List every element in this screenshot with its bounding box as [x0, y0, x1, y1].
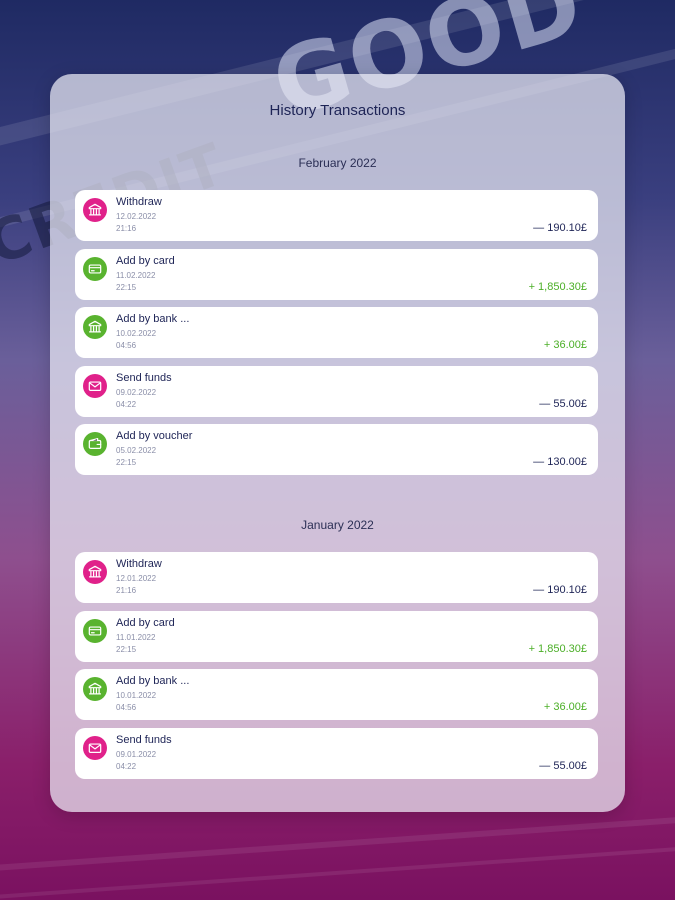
transaction-row[interactable]: Add by card 11.02.2022 22:15 + 1,850.30£ — [75, 248, 598, 300]
transaction-name: Add by bank ... — [116, 675, 190, 687]
transaction-list-february: Withdraw 12.02.2022 21:16 — 190.10£ Add by … — [75, 190, 598, 483]
transaction-date: 10.02.2022 — [116, 329, 157, 338]
transaction-amount: + 36.00£ — [543, 339, 587, 351]
transaction-row[interactable]: Send funds 09.01.2022 04:22 — 55.00£ — [75, 727, 598, 779]
transaction-date: 12.02.2022 — [116, 212, 157, 221]
month-header-february: February 2022 — [298, 156, 377, 170]
month-header-january: January 2022 — [301, 518, 374, 532]
card-icon — [83, 618, 107, 643]
transaction-time: 21:16 — [116, 586, 137, 595]
transaction-amount: — 130.00£ — [533, 456, 587, 468]
bank-icon — [83, 560, 107, 584]
envelope-icon — [83, 373, 107, 398]
card-icon — [83, 256, 107, 281]
transaction-time: 21:16 — [116, 224, 137, 233]
transaction-amount: + 1,850.30£ — [528, 642, 587, 655]
transaction-date: 11.02.2022 — [116, 270, 156, 280]
transaction-name: Withdraw — [116, 558, 162, 570]
transaction-time: 04:22 — [116, 761, 137, 771]
transaction-date: 12.01.2022 — [116, 574, 157, 583]
transaction-time: 04:56 — [116, 341, 137, 350]
transaction-row[interactable]: Withdraw 12.02.2022 21:16 — 190.10£ — [75, 190, 598, 241]
background-stripe — [0, 811, 675, 875]
transaction-name: Add by card — [116, 616, 175, 629]
envelope-icon — [83, 735, 107, 760]
transaction-name: Add by voucher — [116, 430, 193, 442]
transaction-time: 04:22 — [116, 399, 137, 409]
transaction-amount: + 1,850.30£ — [528, 280, 587, 293]
transaction-name: Add by card — [116, 254, 175, 267]
transaction-list-january: Withdraw 12.01.2022 21:16 — 190.10£ Add by … — [75, 552, 598, 786]
transaction-row[interactable]: Withdraw 12.01.2022 21:16 — 190.10£ — [75, 552, 598, 603]
bank-icon — [83, 198, 107, 222]
transaction-amount: — 190.10£ — [533, 584, 587, 596]
wallet-icon — [83, 432, 107, 456]
transaction-row[interactable]: Add by voucher 05.02.2022 22:15 — 130.00£ — [75, 424, 598, 475]
transaction-amount: — 55.00£ — [539, 759, 587, 772]
transaction-name: Withdraw — [116, 196, 162, 208]
transaction-name: Send funds — [116, 733, 172, 746]
transaction-name: Send funds — [116, 371, 172, 384]
transaction-time: 22:15 — [116, 644, 137, 654]
transaction-time: 04:56 — [116, 703, 137, 712]
page-title: History Transactions — [269, 102, 406, 119]
transaction-amount: — 55.00£ — [539, 397, 587, 410]
transaction-row[interactable]: Add by bank ... 10.01.2022 04:56 + 36.00£ — [75, 669, 598, 720]
transaction-date: 05.02.2022 — [116, 446, 157, 455]
transaction-row[interactable]: Add by card 11.01.2022 22:15 + 1,850.30£ — [75, 610, 598, 662]
transaction-date: 10.01.2022 — [116, 691, 157, 700]
bank-icon — [83, 315, 107, 339]
transaction-row[interactable]: Send funds 09.02.2022 04:22 — 55.00£ — [75, 365, 598, 417]
bank-icon — [83, 677, 107, 701]
transaction-date: 09.02.2022 — [116, 387, 157, 397]
history-panel: History Transactions February 2022 Withd… — [50, 74, 625, 812]
transaction-amount: — 190.10£ — [533, 222, 587, 234]
transaction-row[interactable]: Add by bank ... 10.02.2022 04:56 + 36.00£ — [75, 307, 598, 358]
background-stripe — [0, 841, 675, 900]
transaction-amount: + 36.00£ — [543, 701, 587, 713]
transaction-name: Add by bank ... — [116, 313, 190, 325]
transaction-date: 09.01.2022 — [116, 749, 157, 759]
transaction-time: 22:15 — [116, 282, 137, 292]
transaction-time: 22:15 — [116, 458, 137, 467]
transaction-date: 11.01.2022 — [116, 632, 156, 642]
